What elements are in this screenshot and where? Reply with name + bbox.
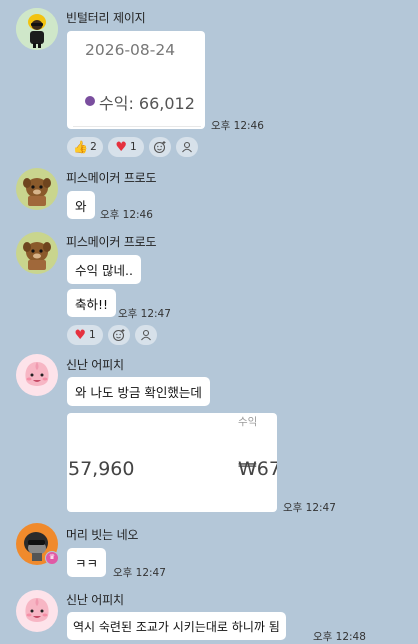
avatar-apeach[interactable]: [16, 590, 58, 632]
sender-name: 피스메이커 프로도: [66, 235, 157, 249]
profile-icon: [141, 329, 151, 341]
reaction-heart[interactable]: ♥ 1: [67, 325, 103, 345]
message-bubble[interactable]: 수익 많네..: [67, 255, 141, 284]
frodo-avatar-icon: [16, 232, 58, 274]
reactors-button[interactable]: [135, 325, 157, 345]
income-screenshot-card[interactable]: 2026-08-24 수익: 66,012: [67, 31, 205, 129]
avatar-neo[interactable]: ♛: [16, 523, 59, 565]
reaction-count: 1: [88, 329, 96, 341]
card-right-value: ₩67: [238, 458, 277, 480]
add-reaction-icon: [112, 329, 125, 342]
heart-icon: ♥: [115, 139, 127, 155]
message-bubble[interactable]: 축하!!: [67, 289, 117, 317]
add-reaction-button[interactable]: [149, 137, 171, 157]
frodo-avatar-icon: [16, 168, 58, 210]
card-left-value: 57,960: [68, 458, 135, 480]
message-time: 오후 12:46: [211, 120, 264, 132]
reaction-thumbs-up[interactable]: 👍 2: [67, 137, 103, 157]
jay-g-avatar-icon: [16, 8, 58, 50]
income-dot-icon: [85, 96, 95, 106]
message-bubble[interactable]: 와 나도 방금 확인했는데: [67, 377, 210, 406]
message-time: 오후 12:48: [313, 631, 366, 643]
message-bubble[interactable]: ㅋㅋ: [67, 548, 107, 577]
thumbs-up-icon: 👍: [73, 140, 89, 154]
add-reaction-button[interactable]: [108, 325, 130, 345]
sender-name: 빈털터리 제이지: [66, 11, 146, 25]
sender-name: 신난 어피치: [66, 358, 124, 372]
avatar-jay-g[interactable]: [16, 8, 58, 50]
profile-icon: [182, 141, 192, 153]
add-reaction-icon: [153, 141, 166, 154]
message-bubble[interactable]: 역시 숙련된 조교가 시키는대로 하니까 됨: [67, 612, 286, 640]
reaction-count: 2: [90, 141, 97, 153]
avatar-apeach[interactable]: [16, 354, 58, 396]
card-divider: [73, 126, 201, 127]
reaction-heart[interactable]: ♥ 1: [108, 137, 144, 157]
card-date: 2026-08-24: [85, 41, 176, 59]
reaction-count: 1: [129, 141, 137, 153]
message-time: 오후 12:46: [100, 209, 153, 221]
avatar-frodo[interactable]: [16, 168, 58, 210]
card-income-label: 수익: [238, 416, 258, 428]
sender-name: 신난 어피치: [66, 593, 124, 607]
sender-name: 머리 빗는 네오: [66, 528, 139, 542]
message-time: 오후 12:47: [113, 567, 166, 579]
income-screenshot-card[interactable]: 수익 57,960 ₩67: [67, 413, 277, 512]
message-time: 오후 12:47: [118, 308, 171, 320]
crown-badge-icon: ♛: [45, 551, 59, 565]
avatar-frodo[interactable]: [16, 232, 58, 274]
heart-icon: ♥: [74, 327, 86, 343]
sender-name: 피스메이커 프로도: [66, 171, 157, 185]
apeach-avatar-icon: [16, 354, 58, 396]
apeach-avatar-icon: [16, 590, 58, 632]
card-income: 수익: 66,012: [99, 94, 195, 113]
message-time: 오후 12:47: [283, 502, 336, 514]
message-bubble[interactable]: 와: [67, 191, 95, 219]
reactors-button[interactable]: [176, 137, 198, 157]
